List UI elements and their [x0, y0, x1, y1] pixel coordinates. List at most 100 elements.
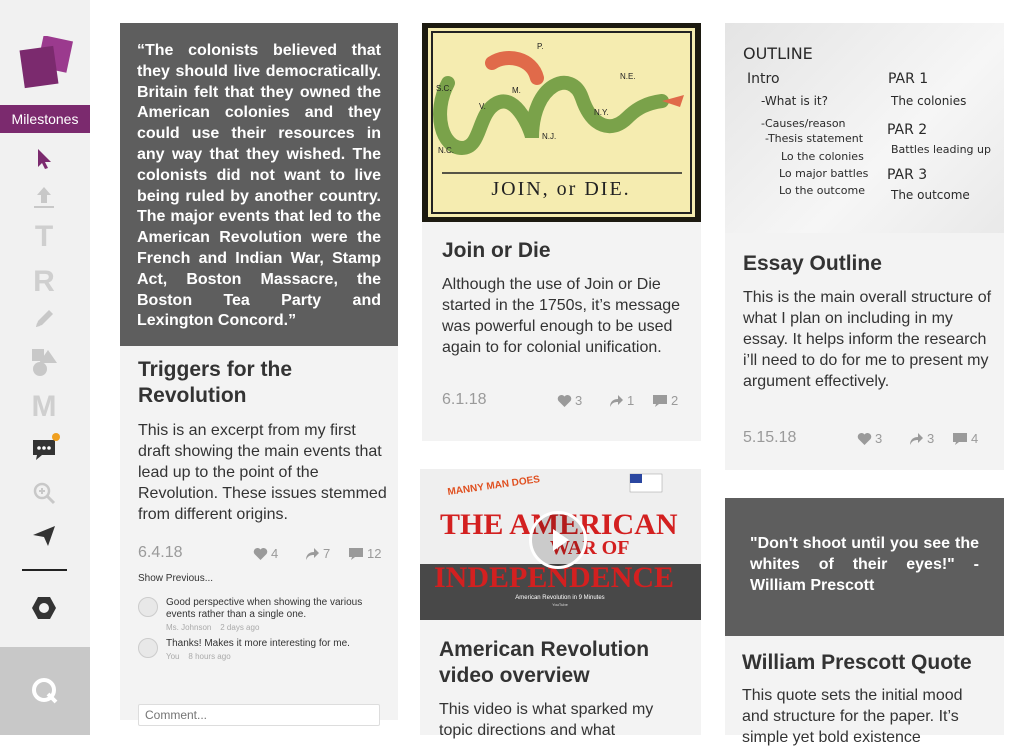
like-count[interactable]: 3: [857, 431, 882, 446]
snake-label: M.: [512, 86, 521, 95]
snake-label: P.: [537, 42, 544, 51]
card-prescott-quote[interactable]: "Don't shoot until you see the whites of…: [725, 498, 1004, 746]
share-count-label: 7: [323, 546, 331, 561]
share-count-label: 3: [927, 431, 935, 446]
comment-text: Good perspective when showing the variou…: [166, 597, 363, 620]
card-title[interactable]: American Revolution video overview: [439, 637, 689, 689]
sidebar: Milestones T R M: [0, 0, 90, 735]
milestones-tab[interactable]: Milestones: [0, 105, 90, 133]
like-count-label: 4: [271, 546, 279, 561]
card-description: Although the use of Join or Die started …: [442, 276, 681, 356]
whiteboard-text: -Causes/reason: [761, 117, 846, 130]
text-icon[interactable]: T: [27, 220, 61, 254]
whiteboard-text: Lo the outcome: [779, 184, 865, 197]
join-or-die-image: JOIN, or DIE. S.C. N.C. V. M. P. N.J. N.…: [422, 23, 701, 222]
snake-label: N.E.: [620, 72, 636, 81]
card-essay-outline[interactable]: OUTLINE Intro -What is it? -Causes/reaso…: [725, 23, 1004, 470]
snake-label: S.C.: [436, 84, 452, 93]
whiteboard-text: OUTLINE: [743, 44, 813, 63]
chat-icon[interactable]: [27, 433, 61, 467]
like-count[interactable]: 4: [253, 546, 278, 561]
whiteboard-text: PAR 1: [888, 71, 928, 87]
like-count-label: 3: [575, 393, 583, 408]
comment-meta: Ms. Johnson 2 days ago: [166, 623, 260, 632]
send-icon[interactable]: [27, 518, 61, 552]
avatar: [138, 638, 158, 658]
whiteboard-text: PAR 2: [887, 122, 927, 138]
q-button[interactable]: [0, 647, 90, 735]
card-title[interactable]: William Prescott Quote: [742, 650, 972, 676]
card-triggers[interactable]: “The colonists believed that they should…: [120, 23, 398, 726]
comment-count-label: 12: [367, 546, 382, 561]
video-subtitle: American Revolution in 9 Minutes: [515, 595, 604, 601]
show-previous-link[interactable]: Show Previous...: [138, 573, 213, 584]
quote-block: "Don't shoot until you see the whites of…: [725, 498, 1004, 636]
pointer-icon[interactable]: [27, 142, 61, 176]
notification-dot: [52, 433, 60, 441]
m-icon[interactable]: M: [27, 390, 61, 424]
whiteboard-text: The outcome: [890, 188, 970, 202]
comment-item: Thanks! Makes it more interesting for me…: [138, 638, 376, 661]
card-title[interactable]: Triggers for the Revolution: [138, 357, 378, 409]
card-video[interactable]: MANNY MAN DOES THE AMERICAN WAR OF INDEP…: [420, 469, 701, 739]
share-count[interactable]: 1: [608, 393, 634, 408]
comment-meta: You 8 hours ago: [166, 652, 231, 661]
play-icon: [553, 529, 569, 551]
snake-label: V.: [479, 102, 486, 111]
whiteboard-text: The colonies: [890, 94, 966, 108]
quote-block: “The colonists believed that they should…: [120, 23, 398, 346]
comment-count-label: 2: [671, 393, 679, 408]
whiteboard-text: Intro: [747, 71, 780, 87]
comment-icon: [653, 394, 667, 407]
zoom-icon[interactable]: [27, 476, 61, 510]
whiteboard-text: Lo the colonies: [781, 150, 864, 163]
share-icon: [610, 394, 623, 407]
heart-icon: [857, 432, 872, 445]
snake-label: N.C.: [438, 146, 454, 155]
sidebar-divider: [22, 569, 67, 571]
whiteboard-text: Battles leading up: [891, 143, 991, 156]
share-count[interactable]: 7: [304, 546, 330, 561]
play-button[interactable]: [529, 511, 587, 569]
card-join-or-die[interactable]: JOIN, or DIE. S.C. N.C. V. M. P. N.J. N.…: [422, 23, 701, 441]
card-date: 6.4.18: [138, 544, 183, 561]
comment-text: Thanks! Makes it more interesting for me…: [166, 638, 350, 649]
whiteboard-text: Lo major battles: [779, 167, 869, 180]
whiteboard-text: -What is it?: [761, 94, 828, 108]
whiteboard-text: -Thesis statement: [765, 132, 864, 145]
snake-label: N.J.: [542, 132, 556, 141]
share-icon: [306, 547, 319, 560]
like-count[interactable]: 3: [557, 393, 582, 408]
avatar: [138, 597, 158, 617]
card-description: This is an excerpt from my first draft s…: [138, 422, 387, 523]
heart-icon: [557, 394, 572, 407]
card-title[interactable]: Join or Die: [442, 238, 551, 264]
like-count-label: 3: [875, 431, 883, 446]
card-description: This is the main overall structure of wh…: [743, 289, 992, 390]
settings-hex-icon[interactable]: [27, 591, 61, 625]
card-date: 5.15.18: [743, 429, 797, 446]
comment-input[interactable]: [138, 704, 380, 726]
shapes-icon[interactable]: [27, 345, 61, 379]
share-count[interactable]: 3: [908, 431, 934, 446]
card-description: This quote sets the initial mood and str…: [742, 687, 963, 746]
upload-icon[interactable]: [27, 180, 61, 214]
comment-count[interactable]: 2: [652, 393, 678, 408]
comment-icon: [349, 547, 363, 560]
r-icon[interactable]: R: [27, 265, 61, 299]
comment-count[interactable]: 4: [952, 431, 978, 446]
card-title[interactable]: Essay Outline: [743, 251, 882, 277]
pencil-icon[interactable]: [27, 302, 61, 336]
video-thumbnail[interactable]: MANNY MAN DOES THE AMERICAN WAR OF INDEP…: [420, 469, 701, 620]
app-logo[interactable]: [18, 35, 74, 90]
comment-icon: [953, 432, 967, 445]
comment-count-label: 4: [971, 431, 979, 446]
whiteboard-text: PAR 3: [887, 167, 927, 183]
card-date: 6.1.18: [442, 391, 487, 408]
share-icon: [910, 432, 923, 445]
snake-label: N.Y.: [594, 108, 609, 117]
video-source: YouTube: [552, 602, 568, 607]
image-caption: JOIN, or DIE.: [491, 178, 630, 200]
comment-count[interactable]: 12: [348, 546, 381, 561]
comment-item: Good perspective when showing the variou…: [138, 597, 376, 632]
